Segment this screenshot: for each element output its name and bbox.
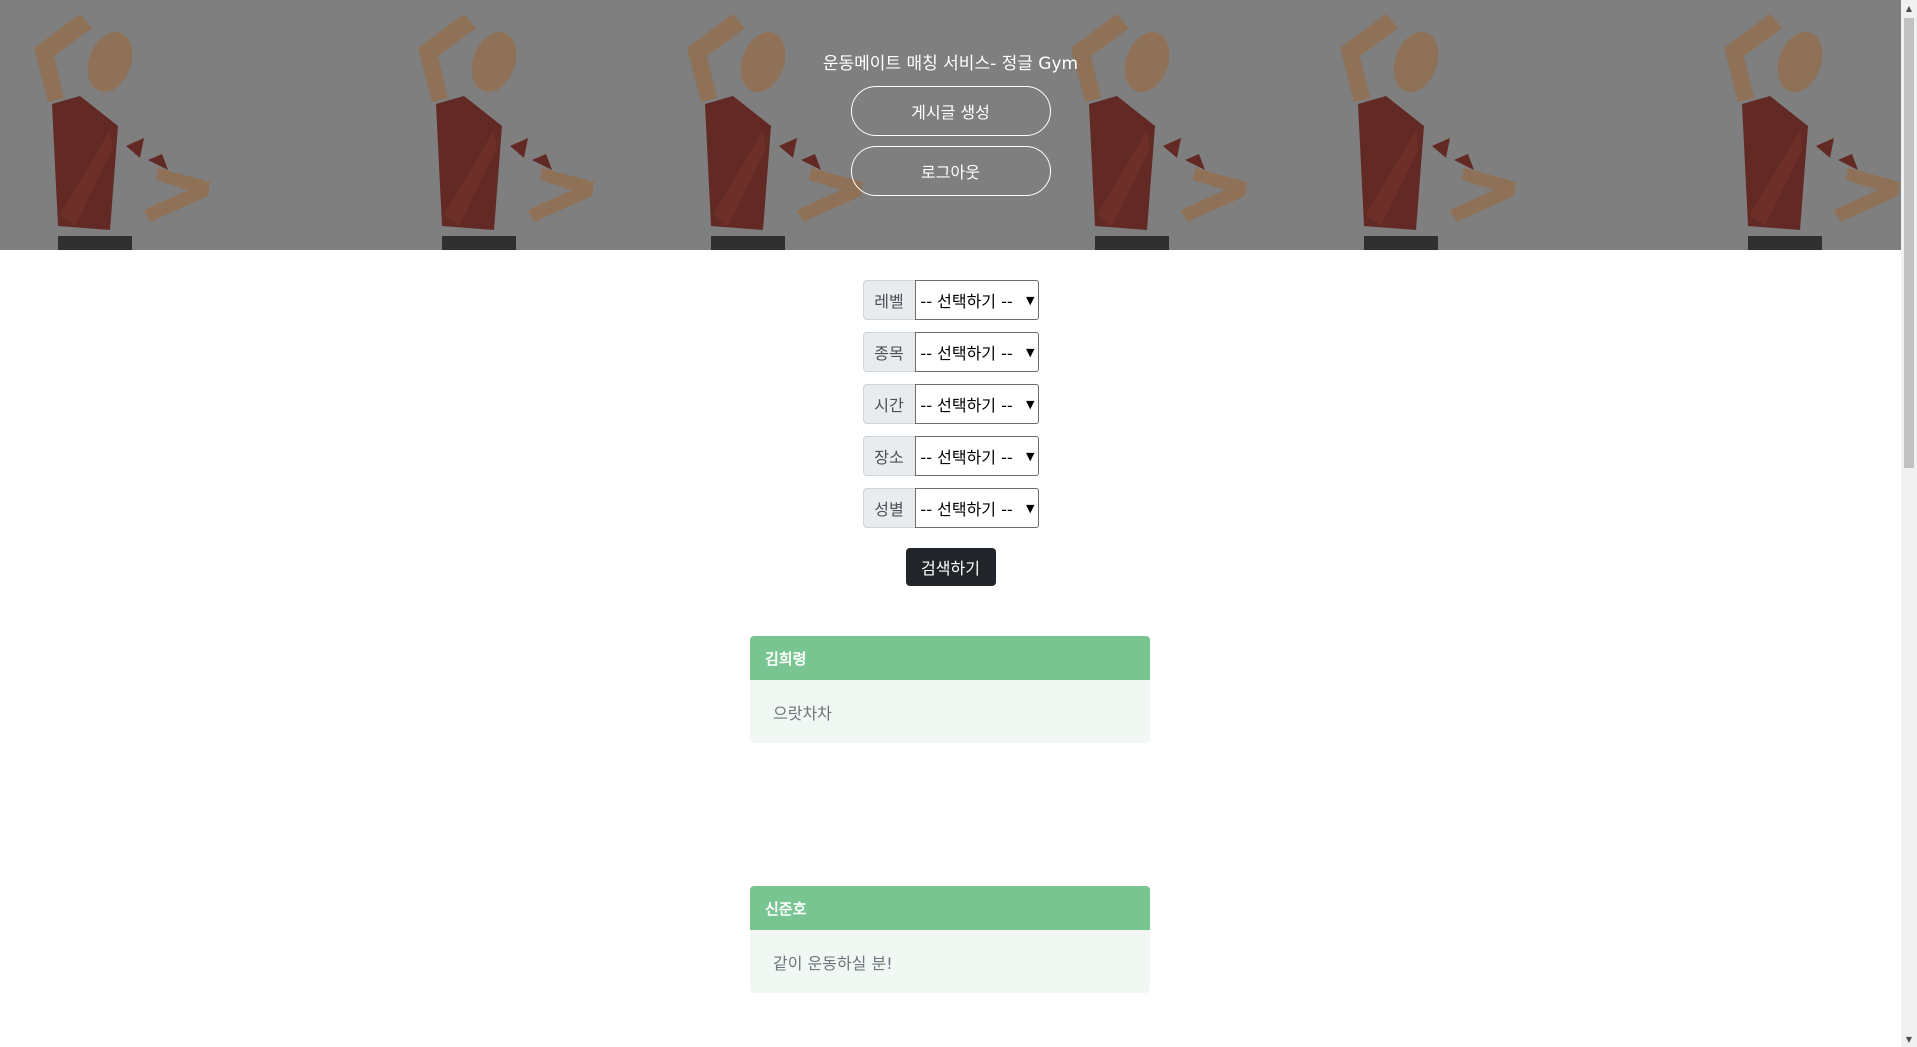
chevron-down-icon: ▼: [1026, 501, 1035, 515]
level-select[interactable]: -- 선택하기 -- ▼: [914, 280, 1039, 320]
vertical-scrollbar[interactable]: ▲ ▼: [1901, 0, 1917, 1047]
chevron-down-icon: ▼: [1026, 293, 1035, 307]
scroll-up-arrow-icon[interactable]: ▲: [1901, 0, 1917, 16]
scroll-down-arrow-icon[interactable]: ▼: [1901, 1031, 1917, 1047]
place-select[interactable]: -- 선택하기 -- ▼: [914, 436, 1039, 476]
post-author: 신준호: [750, 886, 1150, 930]
filter-label: 장소: [862, 436, 915, 476]
filter-label: 종목: [862, 332, 915, 372]
filter-sport: 종목 -- 선택하기 -- ▼: [862, 332, 1039, 372]
create-post-button[interactable]: 게시글 생성: [850, 86, 1051, 136]
gender-select[interactable]: -- 선택하기 -- ▼: [914, 488, 1039, 528]
filter-label: 시간: [862, 384, 915, 424]
scrollbar-thumb[interactable]: [1904, 18, 1914, 468]
post-card[interactable]: 신준호 같이 운동하실 분!: [750, 886, 1150, 993]
filter-label: 성별: [862, 488, 915, 528]
select-value: -- 선택하기 --: [920, 448, 1013, 467]
search-filters: 레벨 -- 선택하기 -- ▼ 종목 -- 선택하기 -- ▼ 시간 -- 선택…: [0, 280, 1901, 586]
hero-banner: 운동메이트 매칭 서비스- 정글 Gym 게시글 생성 로그아웃: [0, 0, 1901, 250]
time-select[interactable]: -- 선택하기 -- ▼: [914, 384, 1039, 424]
logout-button[interactable]: 로그아웃: [850, 146, 1051, 196]
post-author: 김희령: [750, 636, 1150, 680]
filter-gender: 성별 -- 선택하기 -- ▼: [862, 488, 1039, 528]
filter-label: 레벨: [862, 280, 915, 320]
post-card[interactable]: 김희령 으랏차차: [750, 636, 1150, 743]
sport-select[interactable]: -- 선택하기 -- ▼: [914, 332, 1039, 372]
post-content: 으랏차차: [750, 680, 1150, 743]
chevron-down-icon: ▼: [1026, 345, 1035, 359]
select-value: -- 선택하기 --: [920, 396, 1013, 415]
chevron-down-icon: ▼: [1026, 397, 1035, 411]
post-content: 같이 운동하실 분!: [750, 930, 1150, 993]
filter-place: 장소 -- 선택하기 -- ▼: [862, 436, 1039, 476]
select-value: -- 선택하기 --: [920, 292, 1013, 311]
hero-content: 운동메이트 매칭 서비스- 정글 Gym 게시글 생성 로그아웃: [0, 0, 1901, 250]
page-title: 운동메이트 매칭 서비스- 정글 Gym: [822, 54, 1079, 74]
select-value: -- 선택하기 --: [920, 344, 1013, 363]
search-button[interactable]: 검색하기: [905, 548, 996, 586]
chevron-down-icon: ▼: [1026, 449, 1035, 463]
filter-time: 시간 -- 선택하기 -- ▼: [862, 384, 1039, 424]
filter-level: 레벨 -- 선택하기 -- ▼: [862, 280, 1039, 320]
select-value: -- 선택하기 --: [920, 500, 1013, 519]
